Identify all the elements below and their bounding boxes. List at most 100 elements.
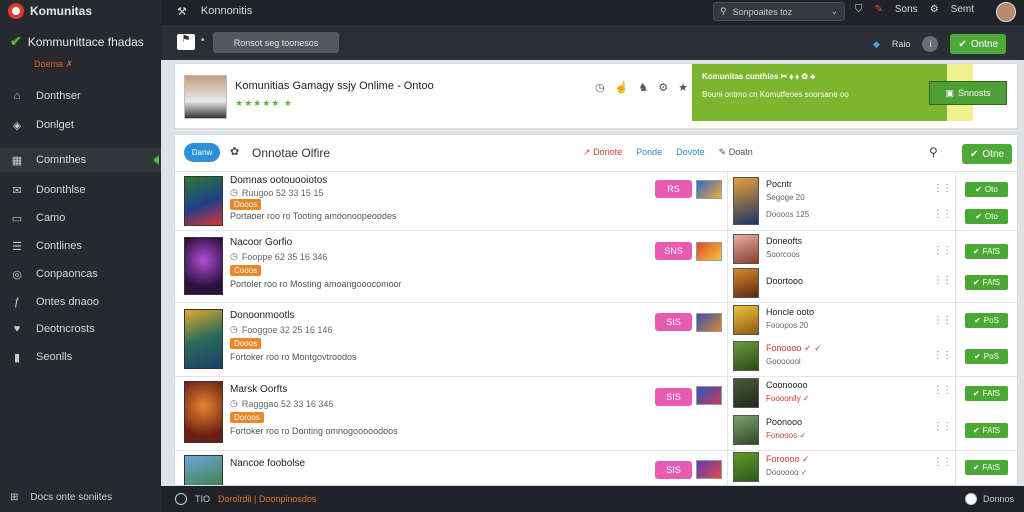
drag-handle-icon[interactable]: ⋮⋮ xyxy=(933,457,952,468)
sub-item[interactable]: Doortooo xyxy=(733,268,948,304)
game-thumbnail xyxy=(184,176,223,226)
action-button[interactable]: ✔ FAtS xyxy=(965,460,1008,475)
cta-button[interactable]: ▣ Snnosts xyxy=(929,81,1007,105)
sidebar-item-5[interactable]: ☰ Contlines xyxy=(0,234,161,258)
drag-handle-icon[interactable]: ⋮⋮ xyxy=(933,183,952,194)
row-desc: Fortoker roo ro Montgovtroodos xyxy=(230,352,357,362)
sidebar-item-0[interactable]: ⌂ Donthser xyxy=(0,84,161,108)
mini-thumb xyxy=(696,313,722,332)
settings-icon[interactable]: ⚙ xyxy=(930,4,939,15)
radio-label[interactable]: Raio xyxy=(892,39,911,49)
action-button[interactable]: ✔ Oto xyxy=(965,182,1008,197)
check-icon: ✔ xyxy=(974,316,981,325)
sidebar-item-1[interactable]: ◈ Donlget xyxy=(0,113,161,137)
dropdown-icon[interactable]: • xyxy=(201,35,205,46)
sidebar-item-6[interactable]: ◎ Conpaoncas xyxy=(0,262,161,286)
mini-thumb xyxy=(696,460,722,479)
row-meta: ◷ Ruugoo 52 33 15 15 xyxy=(230,187,324,198)
drag-handle-icon[interactable]: ⋮⋮ xyxy=(933,245,952,256)
clock-icon: ◷ xyxy=(230,398,238,408)
filter-pill[interactable]: Danw xyxy=(184,143,220,162)
link-doatn[interactable]: ✎ Doatn xyxy=(719,147,753,158)
drag-handle-icon[interactable]: ⋮⋮ xyxy=(933,315,952,326)
sub-item[interactable]: Fonoooo ✓ ✓ Gooooool xyxy=(733,341,948,377)
app-logo[interactable]: Komunitas xyxy=(8,3,92,19)
gear-icon[interactable]: ⚙ xyxy=(658,81,668,94)
menu-icon[interactable]: ⚒ xyxy=(177,5,187,18)
sidebar-item-label: Deotncrosts xyxy=(36,323,95,335)
action-button[interactable]: ✔ PoS xyxy=(965,349,1008,364)
pink-badge[interactable]: SIS xyxy=(655,461,692,479)
pink-badge[interactable]: SIS xyxy=(655,388,692,406)
sidebar-item-4[interactable]: ▭ Camo xyxy=(0,206,161,230)
clock-icon: ◷ xyxy=(230,251,238,261)
check-icon: ✔ xyxy=(972,463,980,472)
sidebar-item-label: Doonthlse xyxy=(36,184,86,196)
community-brand[interactable]: ✔ Kommunittace fhadas xyxy=(10,33,144,50)
shield-icon: ◆ xyxy=(873,38,880,49)
sidebar-item-9[interactable]: ▮ Seonlls xyxy=(0,345,161,369)
sub-bar: ⚑ • Ronsot seg toonesos ◆ Raio i ✔ Ontne xyxy=(161,25,1024,60)
row-title: Nacoor Gorfio xyxy=(230,237,293,248)
home-icon: ⌂ xyxy=(13,90,21,102)
active-tab[interactable]: Ronsot seg toonesos xyxy=(213,32,339,53)
drag-handle-icon[interactable]: ⋮⋮ xyxy=(933,275,952,286)
sidebar-item-8[interactable]: ♥ Deotncrosts xyxy=(0,317,161,341)
gear-icon[interactable]: ✿ xyxy=(230,145,239,158)
row-title: Marsk Oorfts xyxy=(230,384,288,395)
sub-item[interactable]: Honcle ooto Fooopos 20 xyxy=(733,305,948,341)
user-icon[interactable]: ♞ xyxy=(638,81,648,94)
action-button[interactable]: ✔ FAfS xyxy=(965,275,1008,290)
filter-button[interactable]: ⚑ xyxy=(177,34,195,50)
action-button[interactable]: ✔ FAfS xyxy=(965,244,1008,259)
status-orange-text[interactable]: Dorolrdil | Doonpinosdos xyxy=(218,494,316,504)
pink-badge[interactable]: RS xyxy=(655,180,692,198)
sidebar-item-3[interactable]: ✉ Doonthlse xyxy=(0,178,161,202)
sidebar-footer-label: Docs onte soniites xyxy=(30,492,113,503)
sidebar-item-2[interactable]: ▦ Comnthes xyxy=(0,148,161,172)
link-donote[interactable]: ↗ Donote xyxy=(583,147,622,158)
search-icon[interactable]: ⚲ xyxy=(929,145,938,159)
pink-badge[interactable]: SIS xyxy=(655,313,692,331)
promo-banner[interactable]: Komunitas cunthles ✂ ⬧ ⬧ ✿ ♣ Bouni ontmo… xyxy=(692,64,947,121)
drag-handle-icon[interactable]: ⋮⋮ xyxy=(933,421,952,432)
facebook-icon: ƒ xyxy=(13,296,21,308)
sidebar-item-7[interactable]: ƒ Ontes dnaoo xyxy=(0,290,161,314)
drag-handle-icon[interactable]: ⋮⋮ xyxy=(933,209,952,220)
sub-item[interactable]: Poonooo Fonooos ✓ xyxy=(733,415,948,451)
sub-item[interactable]: Foroooo ✓ Doooooo ✓ xyxy=(733,452,948,485)
online-button[interactable]: ✔ Otne xyxy=(962,144,1013,164)
action-button[interactable]: ✔ FAfS xyxy=(965,423,1008,438)
heart-icon: ♥ xyxy=(13,323,21,335)
search-input[interactable]: ⚲ Sonpoaites toz ⌄ xyxy=(713,2,845,21)
mini-thumb xyxy=(696,242,722,261)
sub-item[interactable]: Coonoooo Foooonlly ✓ xyxy=(733,378,948,414)
link-ponde[interactable]: Ponde xyxy=(636,147,662,158)
arrow-icon: ↗ xyxy=(583,147,591,157)
clock-icon[interactable]: ◷ xyxy=(595,81,605,94)
community-panel: Danw ✿ Onnotae Olfire ↗ Donote Ponde Dov… xyxy=(174,134,1018,486)
drag-handle-icon[interactable]: ⋮⋮ xyxy=(933,385,952,396)
sub-item[interactable]: Pocntr Segoge 20 Doooos 125 xyxy=(733,177,948,225)
top-item-2[interactable]: Semt xyxy=(951,4,974,15)
rating-stars: ★★★★★ ★ xyxy=(235,98,293,108)
drag-handle-icon[interactable]: ⋮⋮ xyxy=(933,350,952,361)
sidebar-footer[interactable]: ⊞ Docs onte soniites xyxy=(10,492,112,503)
info-icon[interactable]: i xyxy=(922,36,939,52)
status-right[interactable]: Donnos xyxy=(983,494,1014,504)
sub-title: Pocntr xyxy=(766,179,793,189)
link-dovote[interactable]: Dovote xyxy=(676,147,705,158)
top-item-1[interactable]: Sons xyxy=(895,4,918,15)
bookmark-icon[interactable]: ⛉ xyxy=(855,4,863,15)
avatar[interactable] xyxy=(996,2,1016,22)
notification-icon[interactable]: ✎ xyxy=(875,4,883,15)
clock-icon: ◷ xyxy=(230,187,238,197)
online-button[interactable]: ✔ Ontne xyxy=(950,34,1007,54)
pink-badge[interactable]: SNS xyxy=(655,242,692,260)
action-button[interactable]: ✔ Oto xyxy=(965,209,1008,224)
sub-item[interactable]: Doneofts Soorcoos xyxy=(733,234,948,270)
hand-icon[interactable]: ☝ xyxy=(615,81,629,94)
action-button[interactable]: ✔ PoS xyxy=(965,313,1008,328)
action-button[interactable]: ✔ FAfS xyxy=(965,386,1008,401)
star-icon[interactable]: ★ xyxy=(678,81,688,94)
